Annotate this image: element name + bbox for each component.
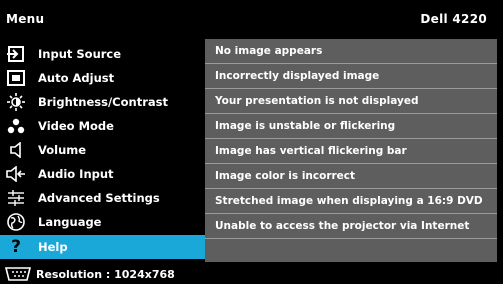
menu-item-audio-input[interactable]: Audio Input [0,162,205,186]
menu-item-label: Input Source [38,47,122,61]
menu-item-label: Audio Input [38,167,114,181]
volume-icon [6,140,26,160]
divider [205,88,497,89]
divider [205,63,497,64]
help-item[interactable]: Image color is incorrect [205,164,497,188]
brightness-icon [6,92,26,112]
help-item[interactable]: Stretched image when displaying a 16:9 D… [205,189,497,213]
menu-item-video-mode[interactable]: Video Mode [0,114,205,138]
projector-model: Dell 4220 [420,12,487,26]
menu-item-brightness-contrast[interactable]: Brightness/Contrast [0,90,205,114]
projector-osd-menu: Menu Dell 4220 Input Source Auto Adjust … [0,0,503,284]
menu-item-advanced-settings[interactable]: Advanced Settings [0,186,205,210]
menu-item-label: Auto Adjust [38,71,115,85]
help-item[interactable]: Image is unstable or flickering [205,114,497,138]
auto-adjust-icon [6,68,26,88]
video-mode-icon [6,116,26,136]
help-item[interactable]: Incorrectly displayed image [205,64,497,88]
resolution-readout: Resolution : 1024x768 [36,267,175,281]
divider [205,113,497,114]
menu-item-label: Language [38,215,102,229]
display-port-icon [4,267,32,281]
help-submenu: No image appears Incorrectly displayed i… [205,39,497,262]
divider [205,188,497,189]
divider [205,138,497,139]
help-item[interactable]: Image has vertical flickering bar [205,139,497,163]
help-item[interactable]: Your presentation is not displayed [205,89,497,113]
audio-input-icon [6,164,26,184]
menu-item-input-source[interactable]: Input Source [0,42,205,66]
menu-item-label: Advanced Settings [38,191,160,205]
menu-item-label: Video Mode [38,119,114,133]
menu-item-label: Help [38,240,68,254]
advanced-settings-icon [6,188,26,208]
menu-item-auto-adjust[interactable]: Auto Adjust [0,66,205,90]
main-menu: Input Source Auto Adjust Brightness/Cont… [0,38,205,264]
menu-item-language[interactable]: Language [0,210,205,234]
menu-item-label: Volume [38,143,87,157]
help-item[interactable]: Unable to access the projector via Inter… [205,214,497,238]
language-icon [6,212,26,232]
divider [205,213,497,214]
menu-item-label: Brightness/Contrast [38,95,168,109]
menu-item-volume[interactable]: Volume [0,138,205,162]
menu-title: Menu [6,12,45,26]
divider [205,163,497,164]
menu-header: Menu Dell 4220 [0,0,503,38]
help-icon: ? [11,236,21,257]
help-item[interactable]: No image appears [205,39,497,63]
status-bar: Resolution : 1024x768 [0,264,503,284]
divider [205,238,497,239]
menu-item-help[interactable]: ? Help [0,235,205,259]
input-source-icon [6,44,26,64]
